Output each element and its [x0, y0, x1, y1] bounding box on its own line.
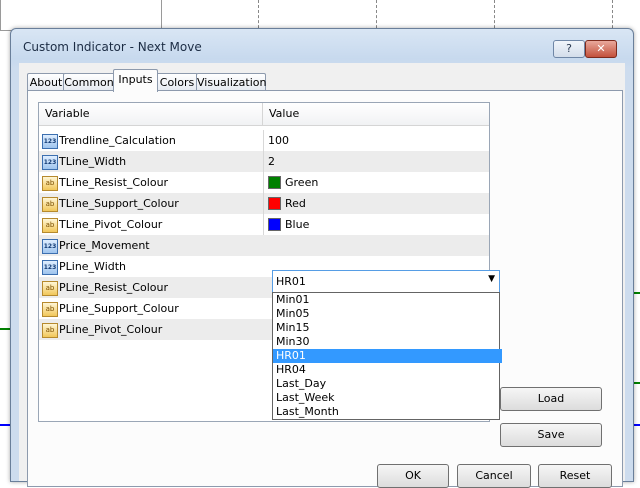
- number-icon: 123: [42, 134, 58, 149]
- color-icon: ab: [42, 302, 58, 317]
- variable-name: PLine_Pivot_Colour: [59, 323, 163, 336]
- save-button[interactable]: Save: [500, 423, 602, 447]
- color-swatch: [268, 218, 281, 231]
- color-icon: ab: [42, 281, 58, 296]
- tab-visualization[interactable]: Visualization: [196, 73, 266, 91]
- variable-value[interactable]: Green: [285, 176, 318, 189]
- variable-name: TLine_Resist_Colour: [59, 176, 169, 189]
- color-icon: ab: [42, 323, 58, 338]
- table-row[interactable]: 123 Trendline_Calculation 100: [39, 130, 489, 152]
- dropdown-option-selected[interactable]: HR01: [273, 349, 502, 363]
- table-header: Variable Value: [39, 103, 489, 126]
- table-row[interactable]: 123 TLine_Width 2: [39, 151, 489, 173]
- variable-name: PLine_Width: [59, 260, 127, 273]
- color-swatch: [268, 176, 281, 189]
- table-row-selected[interactable]: 123 Price_Movement: [39, 235, 489, 257]
- table-row[interactable]: ab TLine_Support_Colour Red: [39, 193, 489, 215]
- dropdown-option[interactable]: Min30: [273, 335, 502, 349]
- variable-value[interactable]: 2: [268, 155, 275, 168]
- column-header-value[interactable]: Value: [269, 107, 299, 120]
- variable-name: TLine_Width: [59, 155, 127, 168]
- tab-about[interactable]: About: [27, 73, 65, 91]
- price-movement-select[interactable]: HR01 ▼: [272, 270, 500, 293]
- variable-value[interactable]: Blue: [285, 218, 309, 231]
- reset-button[interactable]: Reset: [538, 464, 612, 488]
- color-icon: ab: [42, 218, 58, 233]
- dropdown-option[interactable]: Last_Week: [273, 391, 502, 405]
- number-icon: 123: [42, 239, 58, 254]
- dropdown-option[interactable]: Last_Month: [273, 405, 502, 419]
- ok-button[interactable]: OK: [377, 464, 449, 488]
- column-header-variable[interactable]: Variable: [45, 107, 90, 120]
- dialog-client-area: About Common Inputs Colors Visualization…: [19, 63, 625, 488]
- chart-trendline: [0, 424, 10, 426]
- dropdown-option[interactable]: Min01: [273, 293, 502, 307]
- table-row[interactable]: ab TLine_Resist_Colour Green: [39, 172, 489, 194]
- color-swatch: [268, 197, 281, 210]
- variable-value[interactable]: 100: [268, 134, 289, 147]
- dropdown-option[interactable]: Min15: [273, 321, 502, 335]
- variable-name: Price_Movement: [59, 239, 150, 252]
- dropdown-option[interactable]: HR04: [273, 363, 502, 377]
- load-button[interactable]: Load: [500, 387, 602, 411]
- background-window: [0, 0, 162, 31]
- column-divider[interactable]: [262, 103, 263, 125]
- variable-name: TLine_Pivot_Colour: [59, 218, 163, 231]
- chart-trendline: [0, 328, 10, 330]
- variable-name: PLine_Support_Colour: [59, 302, 179, 315]
- number-icon: 123: [42, 260, 58, 275]
- table-row[interactable]: ab TLine_Pivot_Colour Blue: [39, 214, 489, 236]
- dialog-title: Custom Indicator - Next Move: [23, 40, 202, 54]
- dropdown-option[interactable]: Last_Day: [273, 377, 502, 391]
- chevron-down-icon[interactable]: ▼: [488, 274, 495, 284]
- custom-indicator-dialog: Custom Indicator - Next Move ? ✕ About C…: [10, 28, 634, 488]
- dropdown-list: Min01 Min05 Min15 Min30 HR01 HR04 Last_D…: [272, 292, 502, 420]
- select-value: HR01: [276, 275, 306, 288]
- color-icon: ab: [42, 197, 58, 212]
- variable-value[interactable]: Red: [285, 197, 306, 210]
- close-button[interactable]: ✕: [585, 40, 617, 58]
- tab-inputs[interactable]: Inputs: [113, 69, 158, 92]
- number-icon: 123: [42, 155, 58, 170]
- tab-common[interactable]: Common: [63, 73, 115, 91]
- help-button[interactable]: ?: [553, 40, 585, 58]
- tab-colors[interactable]: Colors: [156, 73, 198, 91]
- color-icon: ab: [42, 176, 58, 191]
- variable-name: TLine_Support_Colour: [59, 197, 179, 210]
- title-bar[interactable]: Custom Indicator - Next Move ? ✕: [11, 29, 633, 63]
- variable-name: Trendline_Calculation: [59, 134, 176, 147]
- cancel-button[interactable]: Cancel: [457, 464, 531, 488]
- variable-name: PLine_Resist_Colour: [59, 281, 168, 294]
- dropdown-option[interactable]: Min05: [273, 307, 502, 321]
